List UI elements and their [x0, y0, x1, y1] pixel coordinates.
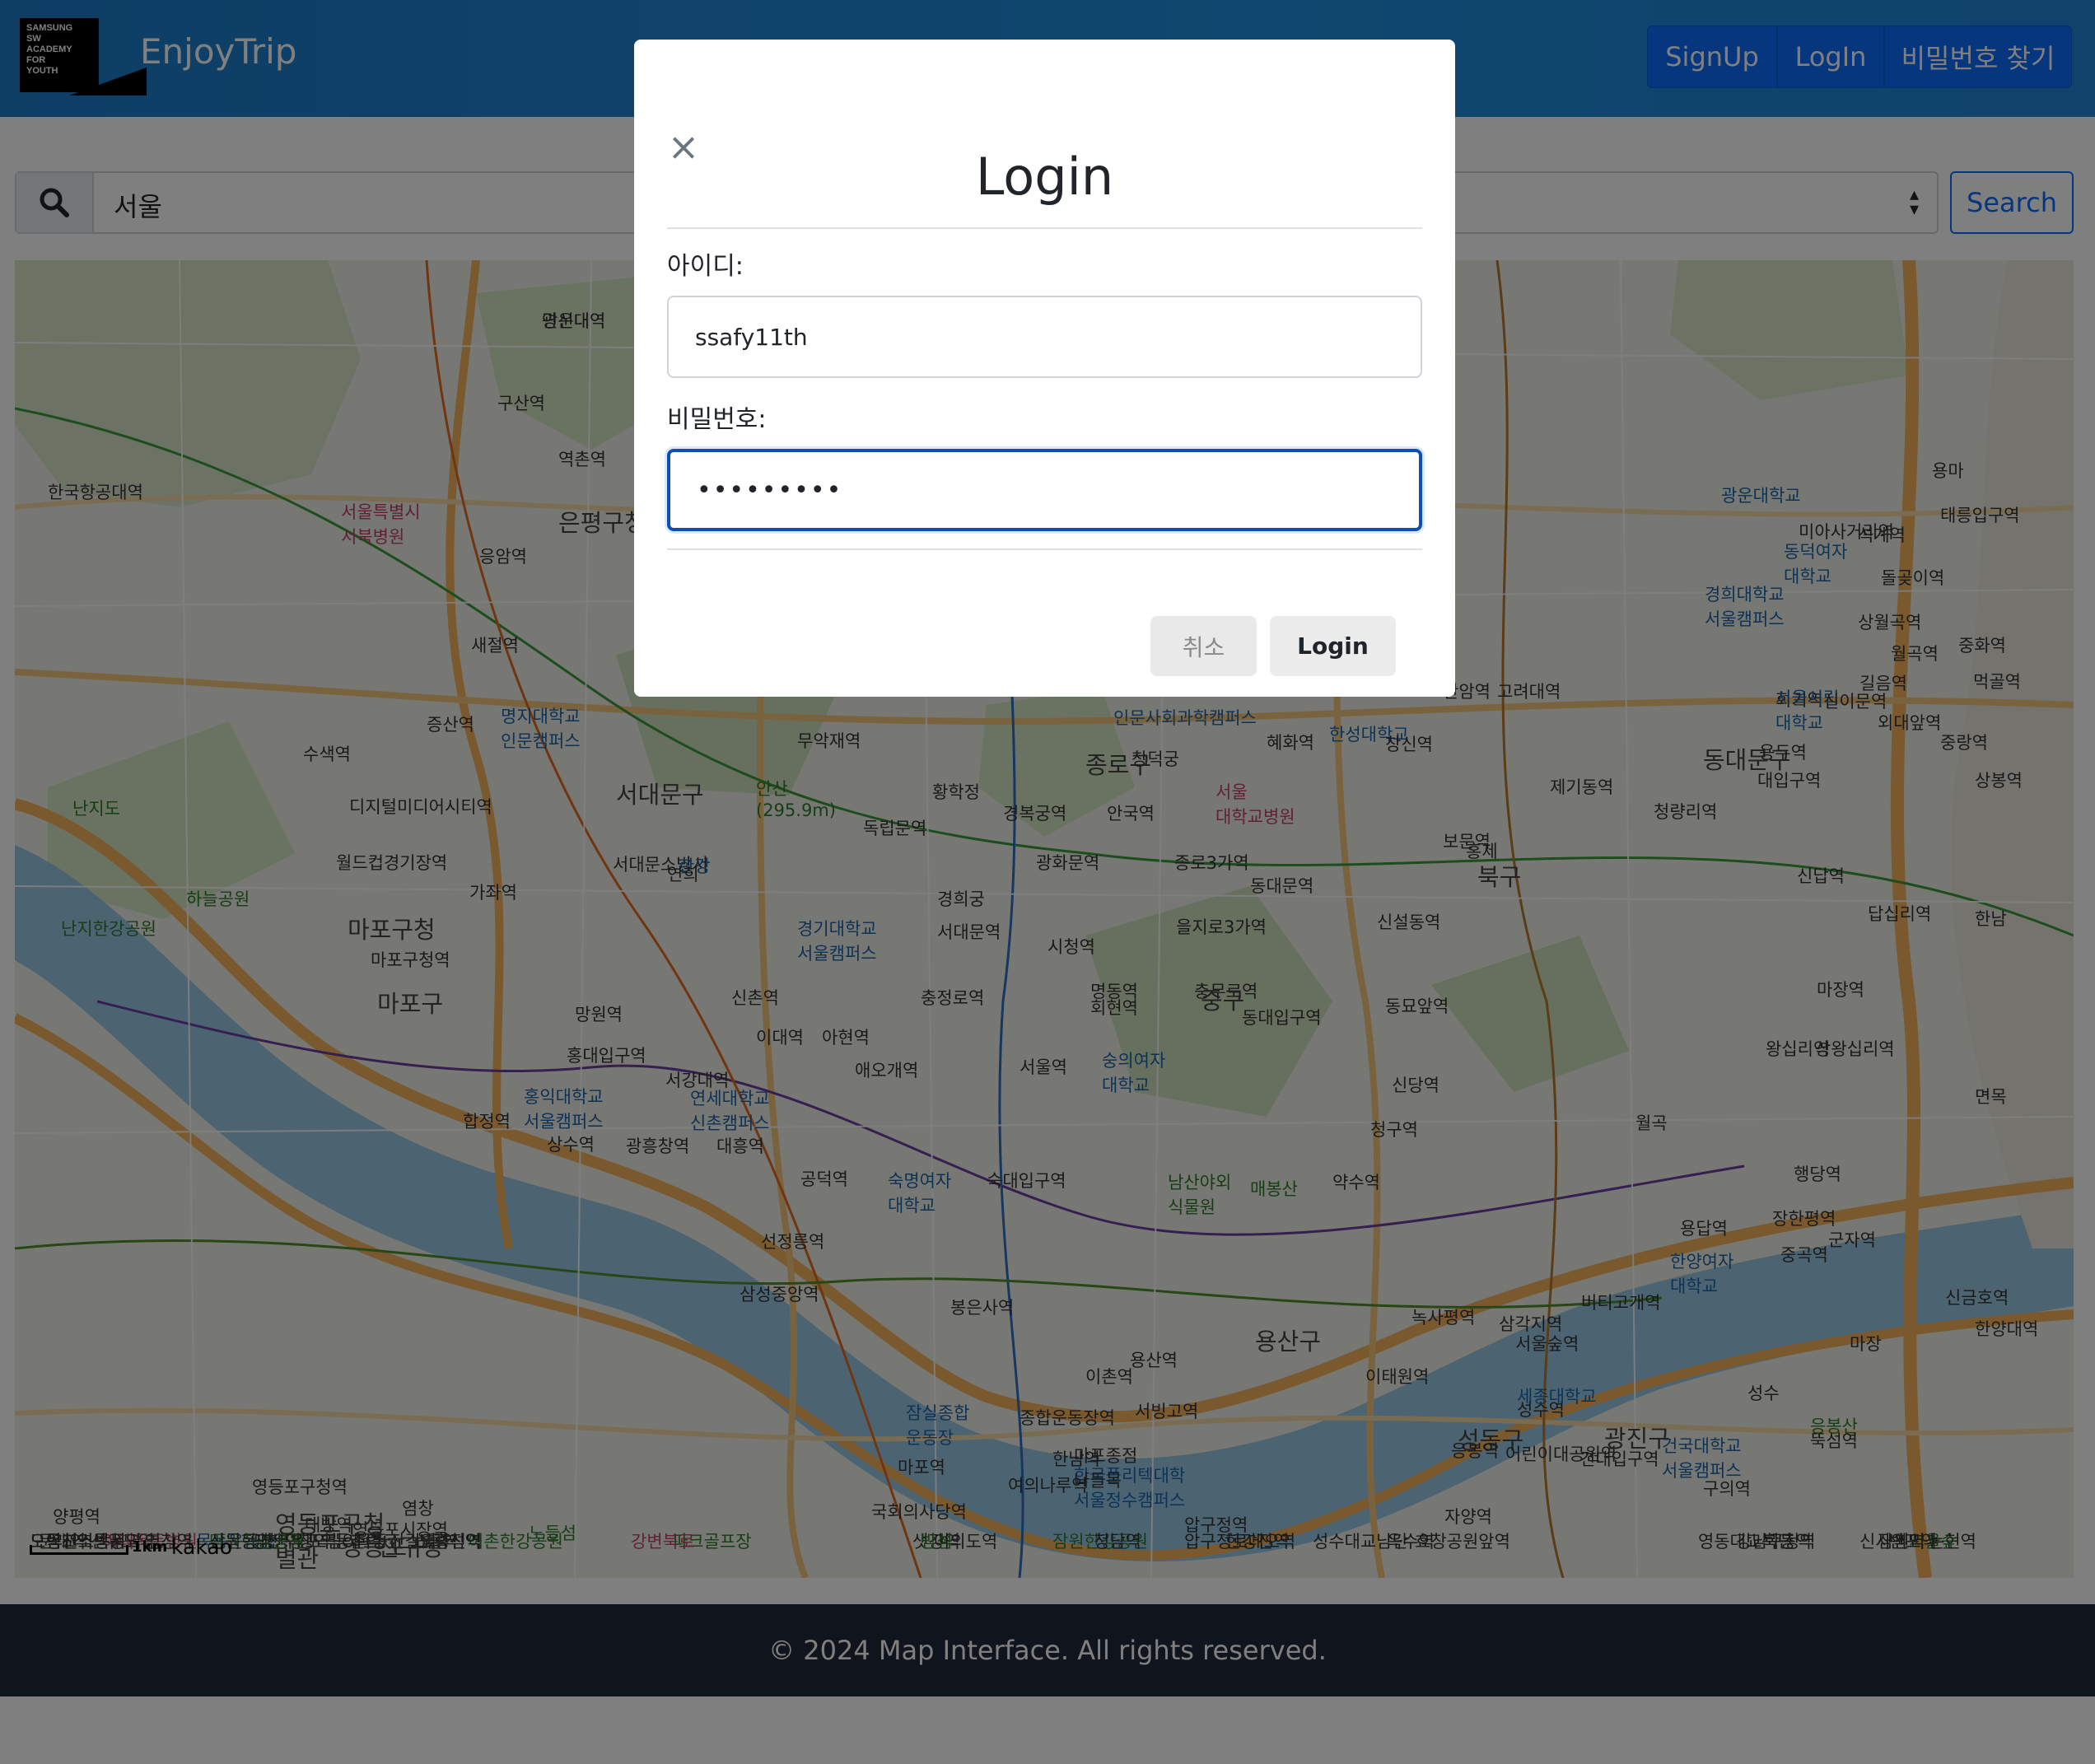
app-root: SAMSUNG SW ACADEMY FOR YOUTH EnjoyTrip S…: [0, 0, 2095, 1764]
login-button[interactable]: Login: [1270, 616, 1396, 676]
password-input[interactable]: •••••••••: [667, 449, 1422, 531]
modal-footer-divider: [667, 548, 1422, 550]
modal-header-divider: [667, 227, 1422, 229]
password-label: 비밀번호:: [667, 405, 767, 434]
login-modal: × Login 아이디: ssafy11th 비밀번호: ••••••••• 취…: [634, 40, 1455, 697]
id-label: 아이디:: [667, 252, 744, 281]
modal-title: Login: [975, 147, 1114, 207]
cancel-button[interactable]: 취소: [1150, 616, 1257, 676]
id-input[interactable]: ssafy11th: [667, 296, 1422, 378]
